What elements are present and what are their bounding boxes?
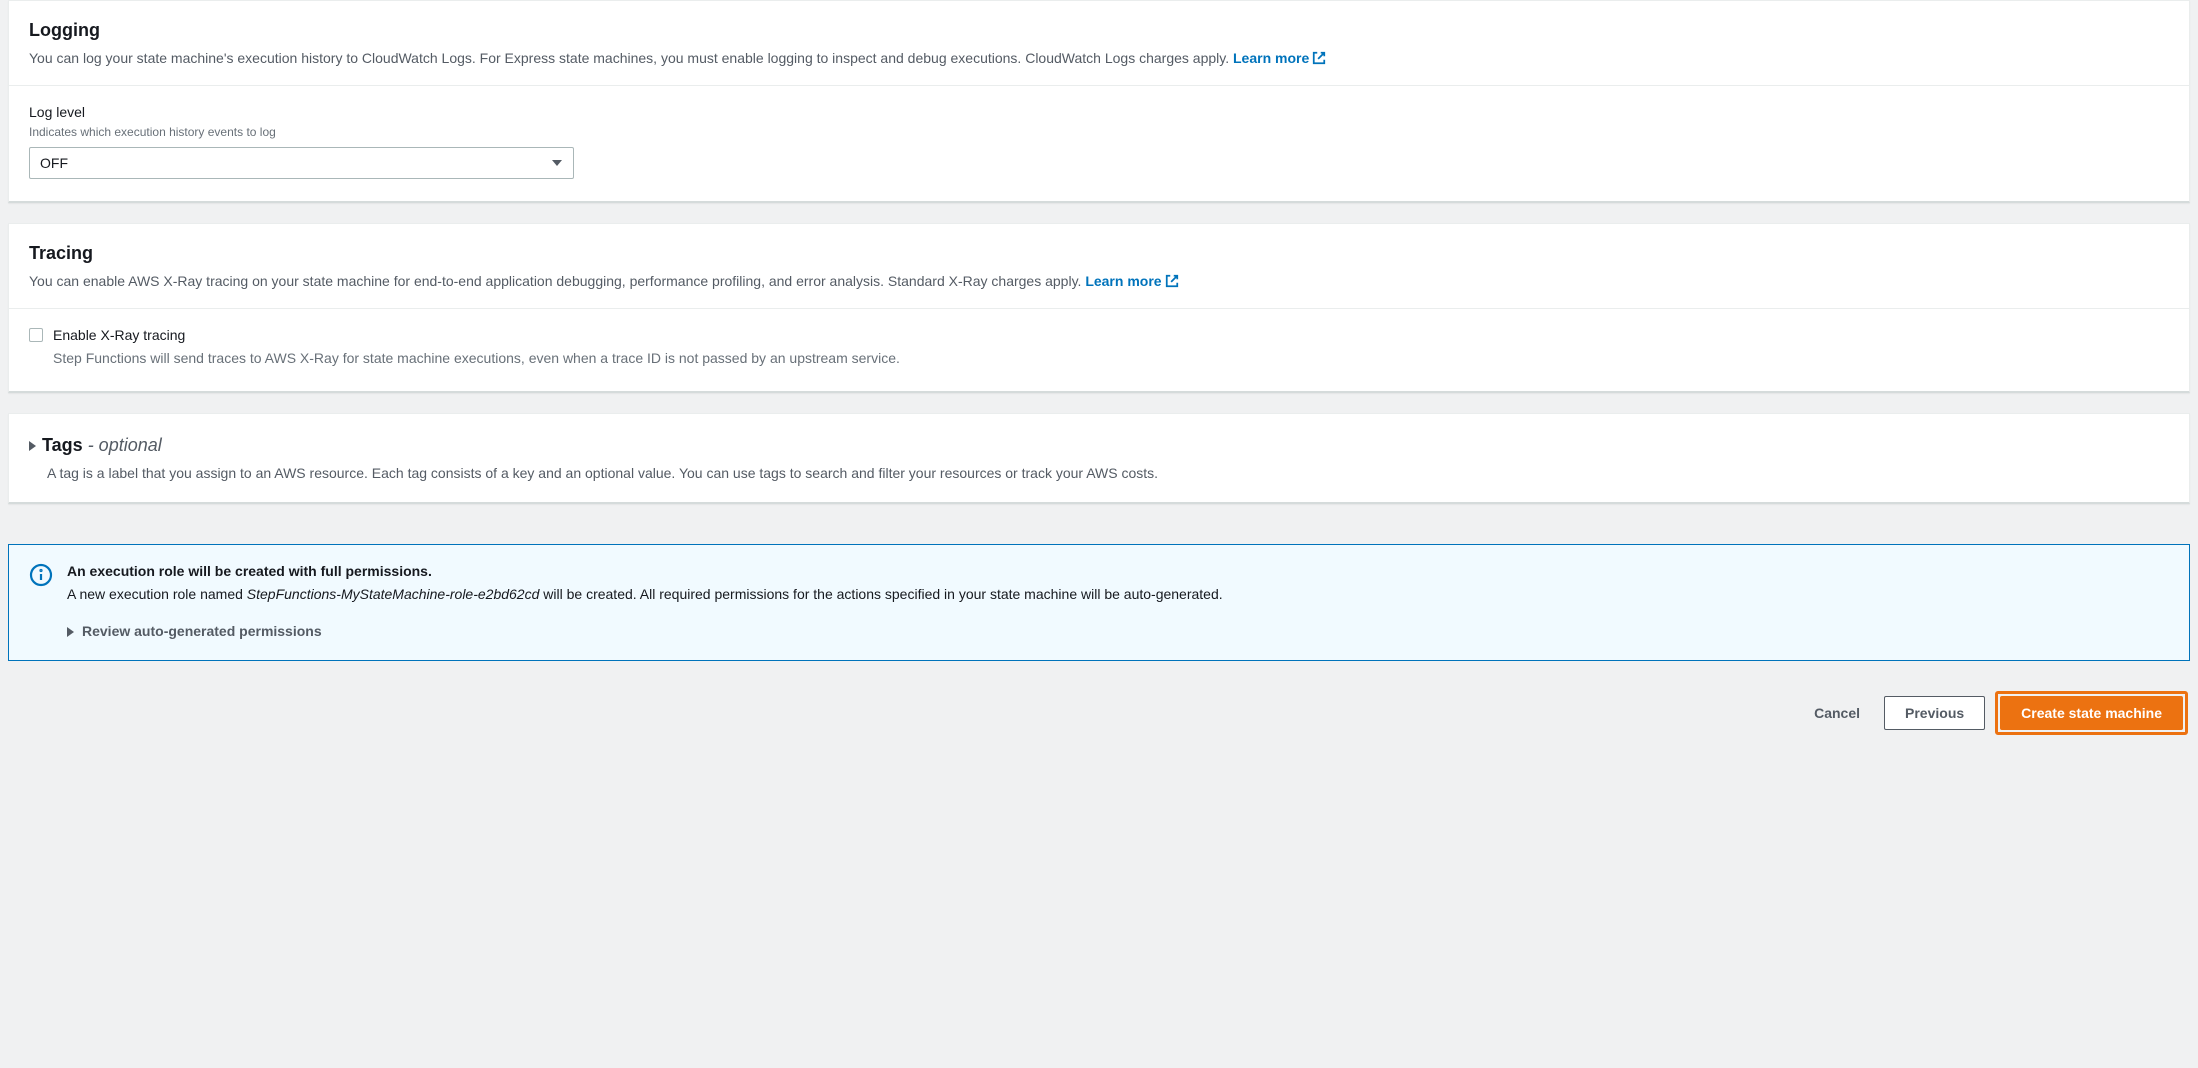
alert-title: An execution role will be created with f…: [67, 561, 2169, 582]
create-state-machine-button[interactable]: Create state machine: [2000, 696, 2183, 730]
review-permissions-expander[interactable]: Review auto-generated permissions: [67, 621, 2169, 642]
log-level-select[interactable]: OFF: [29, 147, 574, 179]
tags-title: Tags: [42, 435, 83, 455]
tracing-learn-more-link[interactable]: Learn more: [1085, 273, 1178, 289]
execution-role-alert: An execution role will be created with f…: [8, 544, 2190, 661]
create-button-highlight: Create state machine: [1995, 691, 2188, 735]
log-level-label: Log level: [29, 102, 2169, 123]
review-permissions-label: Review auto-generated permissions: [82, 621, 322, 642]
logging-panel-header: Logging You can log your state machine's…: [9, 1, 2189, 86]
alert-text: A new execution role named StepFunctions…: [67, 584, 2169, 605]
enable-xray-subtext: Step Functions will send traces to AWS X…: [53, 348, 900, 369]
logging-description: You can log your state machine's executi…: [29, 48, 2169, 71]
tags-panel: Tags - optional A tag is a label that yo…: [8, 413, 2190, 504]
logging-title: Logging: [29, 17, 2169, 44]
external-link-icon: [1312, 50, 1326, 71]
caret-right-icon: [67, 627, 74, 637]
enable-xray-checkbox[interactable]: [29, 328, 43, 342]
enable-xray-label: Enable X-Ray tracing: [53, 325, 900, 346]
tracing-title: Tracing: [29, 240, 2169, 267]
tags-expander[interactable]: Tags - optional: [29, 432, 2169, 459]
tracing-panel: Tracing You can enable AWS X-Ray tracing…: [8, 223, 2190, 393]
previous-button[interactable]: Previous: [1884, 696, 1985, 730]
logging-learn-more-link[interactable]: Learn more: [1233, 50, 1326, 66]
footer-buttons: Cancel Previous Create state machine: [8, 691, 2190, 735]
log-level-hint: Indicates which execution history events…: [29, 123, 2169, 141]
cancel-button[interactable]: Cancel: [1800, 697, 1874, 729]
tags-optional-suffix: - optional: [83, 435, 162, 455]
logging-panel: Logging You can log your state machine's…: [8, 0, 2190, 203]
logging-panel-body: Log level Indicates which execution hist…: [9, 86, 2189, 201]
tags-description: A tag is a label that you assign to an A…: [47, 463, 2169, 484]
tracing-description: You can enable AWS X-Ray tracing on your…: [29, 271, 2169, 294]
tracing-panel-body: Enable X-Ray tracing Step Functions will…: [9, 309, 2189, 391]
external-link-icon: [1165, 273, 1179, 294]
caret-right-icon: [29, 441, 36, 451]
role-name: StepFunctions-MyStateMachine-role-e2bd62…: [247, 586, 540, 602]
tracing-panel-header: Tracing You can enable AWS X-Ray tracing…: [9, 224, 2189, 309]
info-icon: [29, 563, 53, 593]
